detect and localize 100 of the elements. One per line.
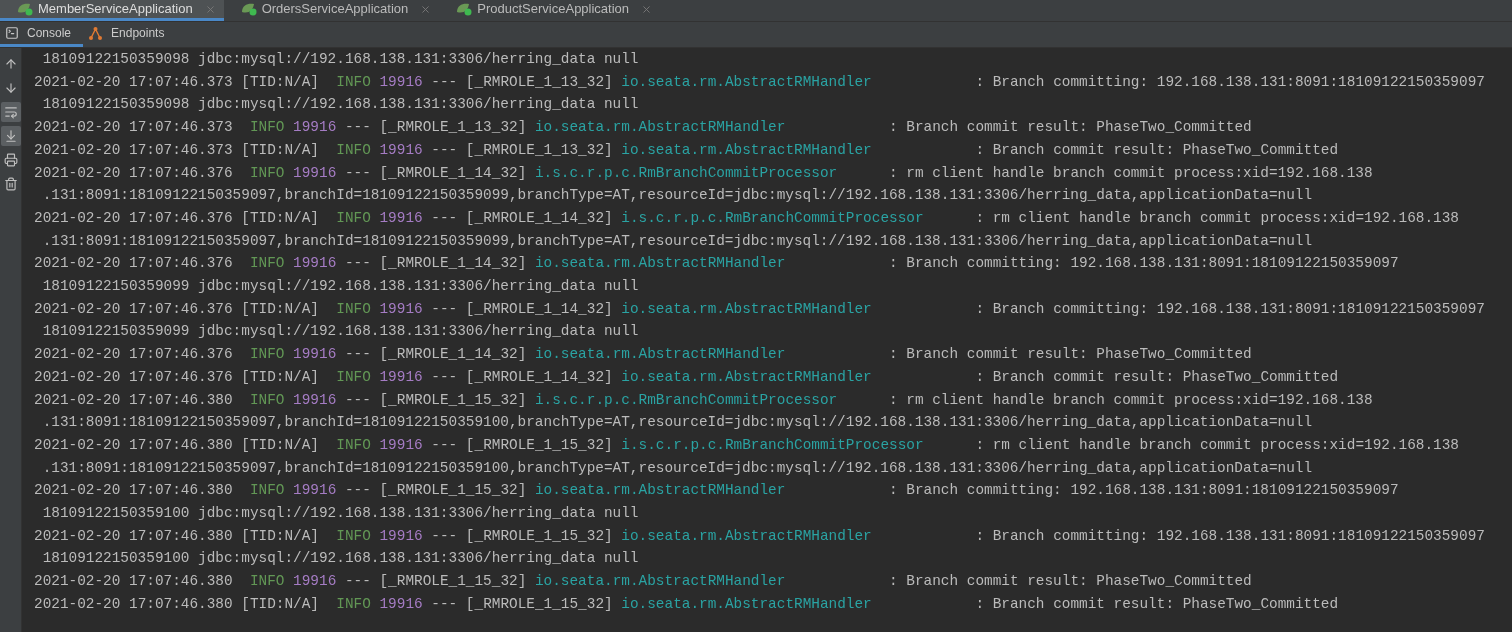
log-timestamp: 2021-02-20 17:07:46.376 <box>34 208 233 228</box>
log-thread: [_RMROLE_1_15_32] <box>379 572 527 592</box>
log-separator: --- <box>344 481 371 501</box>
log-trace-id: [TID:N/A] <box>241 140 319 160</box>
log-level: INFO <box>336 526 371 546</box>
log-message: : Branch committing: 192.168.138.131:8091:18109122150359097 <box>889 481 1399 501</box>
log-thread: [_RMROLE_1_15_32] <box>379 481 527 501</box>
log-message: : Branch commit result: PhaseTwo_Committed <box>889 572 1252 592</box>
log-separator: --- <box>431 208 458 228</box>
log-level: INFO <box>336 435 371 455</box>
log-text: 18109122150359098 jdbc:mysql://192.168.138.131:3306/herring_data null <box>42 95 639 115</box>
toolbar-button[interactable] <box>0 102 21 122</box>
log-pid: 19916 <box>379 526 423 546</box>
log-message: : Branch commit result: PhaseTwo_Committed <box>975 140 1339 160</box>
log-trace-id: [TID:N/A] <box>241 72 319 92</box>
log-trace-id: [TID:N/A] <box>241 367 319 387</box>
log-thread: [_RMROLE_1_14_32] <box>379 163 527 183</box>
log-timestamp: 2021-02-20 17:07:46.376 <box>34 163 233 183</box>
log-separator: --- <box>431 72 458 92</box>
run-tab[interactable]: MemberServiceApplication <box>0 0 224 21</box>
log-separator: --- <box>431 526 458 546</box>
log-pid: 19916 <box>379 72 423 92</box>
log-logger: io.seata.rm.AbstractRMHandler <box>534 118 786 138</box>
app-leaf-icon <box>239 2 258 16</box>
log-logger: io.seata.rm.AbstractRMHandler <box>621 299 872 319</box>
log-message: : Branch commit result: PhaseTwo_Committed <box>975 594 1339 614</box>
log-pid: 19916 <box>293 254 337 274</box>
log-text: .131:8091:18109122150359097,branchId=18109122150359099,branchType=AT,resourceId=jdbc:mysql://192.168.138.131:3306/herring_data,applicationData=null <box>42 186 1313 206</box>
log-logger: io.seata.rm.AbstractRMHandler <box>621 72 872 92</box>
log-thread: [_RMROLE_1_13_32] <box>465 140 613 160</box>
run-tab[interactable]: OrdersServiceApplication <box>223 0 440 21</box>
log-message: : Branch commit result: PhaseTwo_Committed <box>889 345 1252 365</box>
log-timestamp: 2021-02-20 17:07:46.380 <box>34 435 233 455</box>
log-level: INFO <box>336 208 371 228</box>
log-message: : rm client handle branch commit process:xid=192.168.138 <box>889 163 1373 183</box>
log-separator: --- <box>431 367 458 387</box>
log-logger: io.seata.rm.AbstractRMHandler <box>621 367 872 387</box>
toolbar-button[interactable] <box>0 126 21 146</box>
log-pid: 19916 <box>293 572 337 592</box>
log-level: INFO <box>336 367 371 387</box>
close-icon[interactable] <box>420 3 432 15</box>
app-leaf-icon <box>16 2 34 16</box>
log-logger: i.s.c.r.p.c.RmBranchCommitProcessor <box>621 208 924 228</box>
log-timestamp: 2021-02-20 17:07:46.376 <box>34 299 233 319</box>
log-timestamp: 2021-02-20 17:07:46.376 <box>34 254 233 274</box>
log-timestamp: 2021-02-20 17:07:46.373 <box>34 140 233 160</box>
log-trace-id: [TID:N/A] <box>241 594 319 614</box>
log-thread: [_RMROLE_1_13_32] <box>465 72 613 92</box>
log-level: INFO <box>249 390 285 410</box>
log-level: INFO <box>336 140 371 160</box>
log-message: : Branch commit result: PhaseTwo_Committed <box>975 367 1339 387</box>
log-thread: [_RMROLE_1_15_32] <box>465 594 613 614</box>
log-thread: [_RMROLE_1_14_32] <box>379 254 527 274</box>
tool-tab[interactable]: Endpoints <box>83 22 177 47</box>
scroll-to-end-icon <box>3 129 18 143</box>
app-leaf-icon <box>455 2 474 16</box>
log-pid: 19916 <box>379 367 423 387</box>
log-text: .131:8091:18109122150359097,branchId=18109122150359100,branchType=AT,resourceId=jdbc:mysql://192.168.138.131:3306/herring_data,applicationData=null <box>42 458 1313 478</box>
log-pid: 19916 <box>379 140 423 160</box>
log-thread: [_RMROLE_1_14_32] <box>379 345 527 365</box>
trash-icon <box>3 177 18 191</box>
log-level: INFO <box>249 572 285 592</box>
log-pid: 19916 <box>293 390 337 410</box>
log-logger: io.seata.rm.AbstractRMHandler <box>534 572 786 592</box>
endpoints-icon <box>88 25 104 41</box>
close-icon[interactable] <box>641 3 653 15</box>
log-pid: 19916 <box>379 208 423 228</box>
log-pid: 19916 <box>379 594 423 614</box>
log-timestamp: 2021-02-20 17:07:46.380 <box>34 390 233 410</box>
log-text: 18109122150359099 jdbc:mysql://192.168.138.131:3306/herring_data null <box>42 322 639 342</box>
log-trace-id: [TID:N/A] <box>241 435 319 455</box>
log-pid: 19916 <box>379 299 423 319</box>
log-message: : Branch committing: 192.168.138.131:8091:18109122150359097 <box>975 72 1485 92</box>
log-thread: [_RMROLE_1_15_32] <box>379 390 527 410</box>
log-timestamp: 2021-02-20 17:07:46.373 <box>34 72 233 92</box>
run-tab[interactable]: ProductServiceApplication <box>439 0 661 21</box>
log-separator: --- <box>431 435 458 455</box>
log-logger: io.seata.rm.AbstractRMHandler <box>534 345 786 365</box>
log-text: .131:8091:18109122150359097,branchId=18109122150359099,branchType=AT,resourceId=jdbc:mysql://192.168.138.131:3306/herring_data,applicationData=null <box>42 231 1313 251</box>
log-message: : Branch committing: 192.168.138.131:8091:18109122150359097 <box>889 254 1399 274</box>
log-separator: --- <box>344 572 371 592</box>
log-pid: 19916 <box>293 163 337 183</box>
log-timestamp: 2021-02-20 17:07:46.380 <box>34 572 233 592</box>
log-pid: 19916 <box>379 435 423 455</box>
log-logger: io.seata.rm.AbstractRMHandler <box>621 594 872 614</box>
log-thread: [_RMROLE_1_15_32] <box>465 526 613 546</box>
log-text: 18109122150359099 jdbc:mysql://192.168.138.131:3306/herring_data null <box>42 277 639 297</box>
log-pid: 19916 <box>293 118 337 138</box>
printer-icon <box>3 153 18 167</box>
log-thread: [_RMROLE_1_14_32] <box>465 299 613 319</box>
soft-wrap-icon <box>3 105 18 119</box>
log-text: 18109122150359100 jdbc:mysql://192.168.138.131:3306/herring_data null <box>42 504 639 524</box>
log-logger: io.seata.rm.AbstractRMHandler <box>534 481 786 501</box>
log-message: : rm client handle branch commit process:xid=192.168.138 <box>975 435 1459 455</box>
log-trace-id: [TID:N/A] <box>241 208 319 228</box>
log-message: : Branch committing: 192.168.138.131:8091:18109122150359097 <box>975 526 1485 546</box>
log-timestamp: 2021-02-20 17:07:46.380 <box>34 594 233 614</box>
log-separator: --- <box>431 594 458 614</box>
log-timestamp: 2021-02-20 17:07:46.376 <box>34 345 233 365</box>
log-message: : Branch commit result: PhaseTwo_Committed <box>889 118 1252 138</box>
